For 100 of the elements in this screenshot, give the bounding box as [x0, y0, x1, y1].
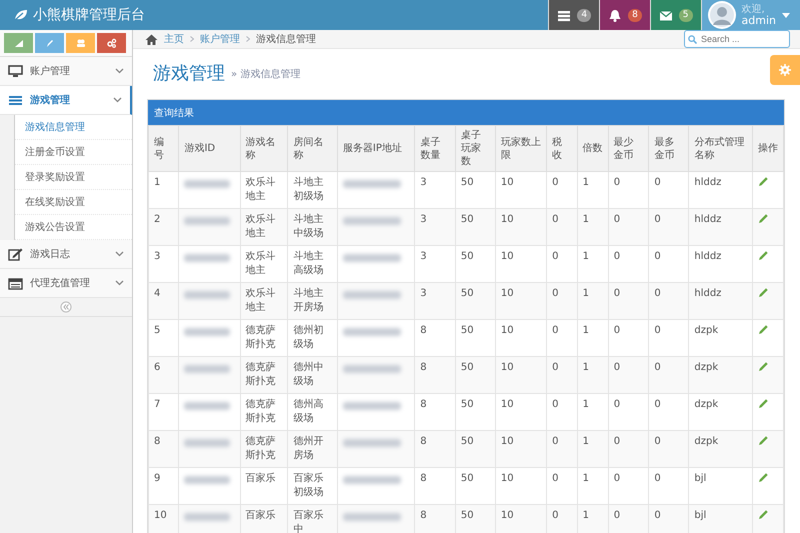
pencil-icon[interactable]	[758, 213, 769, 224]
chevron-right-icon	[246, 36, 250, 42]
table-cell: hlddz	[688, 282, 752, 320]
pencil-icon[interactable]	[758, 509, 769, 520]
blurred-text	[342, 476, 401, 484]
table-cell: hlddz	[688, 208, 752, 246]
shortcut-button[interactable]	[97, 33, 126, 53]
table-cell: 0	[608, 356, 649, 394]
table-cell: dzpk	[688, 356, 752, 394]
column-header: 玩家数上限	[495, 126, 547, 172]
table-cell: 0	[608, 208, 649, 246]
breadcrumb-link[interactable]: 账户管理	[200, 32, 240, 46]
sidebar-item[interactable]: 账户管理	[0, 57, 132, 86]
monitor-icon	[8, 64, 23, 78]
panel-title: 查询结果	[148, 100, 784, 125]
table-cell: 0	[546, 356, 578, 394]
blurred-text	[184, 365, 230, 373]
table-cell: 0	[546, 430, 578, 468]
table-cell: 1	[577, 504, 608, 533]
pencil-icon	[44, 38, 54, 48]
pencil-icon[interactable]	[758, 361, 769, 372]
blurred-text	[342, 365, 401, 373]
table-cell: 德克萨斯扑克	[240, 356, 288, 394]
edit-icon	[8, 248, 23, 260]
count-badge: 8	[628, 8, 642, 22]
count-badge: 4	[577, 8, 592, 22]
notification-button[interactable]: 5	[650, 0, 701, 30]
user-menu[interactable]: 欢迎, admin	[700, 0, 800, 30]
bell-icon	[608, 8, 622, 22]
pencil-icon[interactable]	[758, 398, 769, 409]
table-cell: 3	[414, 208, 456, 246]
chevron-down-icon	[113, 97, 122, 103]
pencil-icon[interactable]	[758, 472, 769, 483]
column-header: 游戏ID	[178, 126, 240, 172]
submenu-item[interactable]: 注册金币设置	[15, 140, 132, 165]
calendar-icon	[8, 276, 23, 290]
table-cell: 0	[648, 282, 689, 320]
table-cell: 4	[148, 282, 179, 320]
breadcrumb-link[interactable]: 主页	[164, 32, 184, 46]
settings-icon	[779, 64, 791, 76]
column-header: 最少金币	[608, 126, 649, 172]
table-cell: 百家乐	[240, 504, 288, 533]
notification-button[interactable]: 4	[548, 0, 600, 30]
table-cell: bjl	[688, 504, 752, 533]
pencil-icon[interactable]	[758, 250, 769, 261]
table-cell: 10	[495, 356, 547, 394]
table-cell: 德克萨斯扑克	[240, 430, 288, 468]
list-icon	[8, 94, 23, 106]
notification-button[interactable]: 8	[599, 0, 650, 30]
users-icon	[76, 38, 86, 48]
column-header: 游戏名称	[240, 126, 288, 172]
table-cell: 0	[546, 208, 578, 246]
blurred-text	[184, 439, 230, 447]
breadcrumb-current: 游戏信息管理	[256, 32, 316, 46]
submenu-item[interactable]: 登录奖励设置	[15, 165, 132, 190]
chevron-down-icon	[115, 68, 124, 74]
shortcut-button[interactable]	[66, 33, 95, 53]
chevron-down-icon	[115, 251, 124, 257]
greeting-text: 欢迎,	[742, 4, 766, 15]
table-cell: 德州开房场	[288, 430, 338, 468]
column-header: 分布式管理名称	[688, 126, 752, 172]
sidebar-item[interactable]: 游戏日志	[0, 240, 132, 269]
blurred-text	[184, 291, 230, 299]
settings-button[interactable]	[770, 55, 800, 85]
column-header: 房间名称	[288, 126, 338, 172]
submenu-item[interactable]: 在线奖励设置	[15, 190, 132, 215]
blurred-text	[342, 217, 401, 225]
table-cell: 0	[546, 282, 578, 320]
leaf-icon	[14, 9, 28, 21]
table-cell: 6	[148, 356, 179, 394]
collapse-icon[interactable]	[60, 301, 72, 313]
blurred-text	[184, 328, 230, 336]
blurred-text	[184, 217, 230, 225]
blurred-text	[184, 180, 230, 188]
avatar	[708, 1, 736, 29]
pencil-icon[interactable]	[758, 176, 769, 187]
table-cell: 0	[546, 504, 578, 533]
table-cell: 0	[648, 504, 689, 533]
search-field[interactable]: Search ...	[684, 30, 790, 48]
column-header: 服务器IP地址	[337, 126, 415, 172]
blurred-text	[184, 402, 230, 410]
pencil-icon[interactable]	[758, 435, 769, 446]
table-cell: 1	[577, 430, 608, 468]
blurred-text	[184, 476, 230, 484]
pencil-icon[interactable]	[758, 287, 769, 298]
shortcut-button[interactable]	[4, 33, 33, 53]
table-cell: 10	[495, 282, 547, 320]
home-icon	[145, 34, 158, 44]
sidebar-item[interactable]: 代理充值管理	[0, 269, 132, 298]
table-cell: 8	[414, 356, 456, 394]
submenu-item[interactable]: 游戏信息管理	[15, 115, 132, 140]
page-title: 游戏管理	[153, 62, 225, 85]
tasks-icon	[557, 8, 572, 22]
table-cell: 50	[455, 282, 496, 320]
sidebar-item[interactable]: 游戏管理	[0, 86, 132, 115]
table-cell: 百家乐中	[288, 504, 338, 533]
table-cell: 8	[148, 430, 179, 468]
pencil-icon[interactable]	[758, 324, 769, 335]
blurred-text	[342, 180, 401, 188]
table-cell: 50	[455, 356, 496, 394]
